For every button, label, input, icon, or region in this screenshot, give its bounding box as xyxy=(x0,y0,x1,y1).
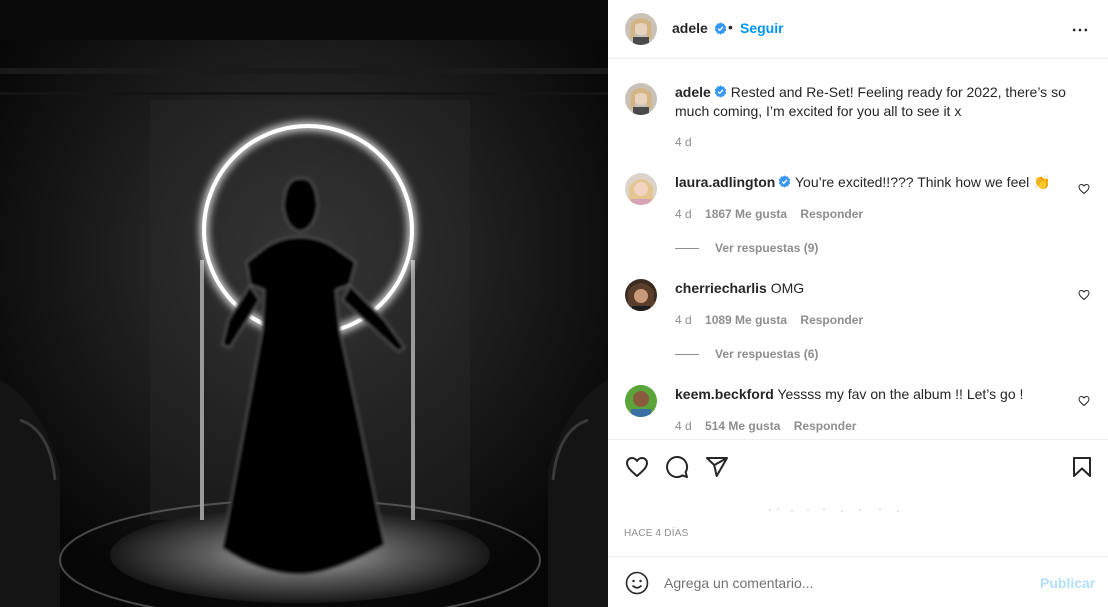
verified-badge-icon xyxy=(779,175,791,188)
comment-meta: 4 d 514 Me gusta Responder xyxy=(675,419,866,433)
comment-username[interactable]: cherriecharlis xyxy=(675,280,767,296)
reply-button[interactable]: Responder xyxy=(794,419,857,433)
like-comment-heart-icon[interactable] xyxy=(1078,289,1090,301)
caption-text: Rested and Re-Set! Feeling ready for 202… xyxy=(675,84,1066,119)
comment-username[interactable]: laura.adlington xyxy=(675,174,775,190)
likes-summary-faint xyxy=(769,508,899,512)
add-comment-bar: Publicar xyxy=(608,556,1108,607)
comment-time: 4 d xyxy=(675,313,692,327)
comment-text: OMG xyxy=(770,280,805,296)
like-comment-heart-icon[interactable] xyxy=(1078,395,1090,407)
stage-photo xyxy=(0,0,608,607)
verified-badge-icon xyxy=(714,22,727,35)
comments-section[interactable]: adele Rested and Re-Set! Feeling ready f… xyxy=(608,60,1108,439)
username-link[interactable]: adele xyxy=(672,20,708,36)
share-icon[interactable] xyxy=(705,455,729,479)
comment-likes[interactable]: 514 Me gusta xyxy=(705,419,780,433)
view-replies-label: Ver respuestas (6) xyxy=(715,347,819,361)
replies-line xyxy=(675,248,699,250)
avatar[interactable] xyxy=(625,173,657,205)
like-comment-heart-icon[interactable] xyxy=(1078,183,1090,195)
comment-item: laura.adlington You’re excited!!??? Thin… xyxy=(625,173,1095,263)
caption-username[interactable]: adele xyxy=(675,84,711,100)
avatar[interactable] xyxy=(625,385,657,417)
comment-text: Yessss my fav on the album !! Let’s go ! xyxy=(777,386,1024,402)
more-horizontal-icon[interactable] xyxy=(1070,20,1090,40)
post-comment-button[interactable]: Publicar xyxy=(1040,575,1095,591)
separator-dot: • xyxy=(728,19,733,35)
replies-line xyxy=(675,354,699,356)
view-replies-label: Ver respuestas (9) xyxy=(715,241,819,255)
avatar[interactable] xyxy=(625,13,657,45)
heart-icon[interactable] xyxy=(625,455,649,479)
caption-time: 4 d xyxy=(675,135,692,149)
verified-badge-icon xyxy=(714,85,726,98)
comment-likes[interactable]: 1867 Me gusta xyxy=(705,207,787,221)
comment-time: 4 d xyxy=(675,207,692,221)
reply-button[interactable]: Responder xyxy=(800,313,863,327)
caption-meta: 4 d xyxy=(675,135,702,149)
comment-input[interactable] xyxy=(664,571,1024,595)
comment-body: laura.adlington You’re excited!!??? Thin… xyxy=(675,173,1095,192)
comment-item: cherriecharlis OMG 4 d 1089 Me gusta Res… xyxy=(625,279,1095,369)
bookmark-icon[interactable] xyxy=(1070,455,1094,479)
avatar[interactable] xyxy=(625,279,657,311)
comment-text: You’re excited!!??? Think how we feel 👏 xyxy=(794,174,1051,190)
follow-button[interactable]: Seguir xyxy=(740,20,784,36)
comment-time: 4 d xyxy=(675,419,692,433)
comment-body: cherriecharlis OMG xyxy=(675,279,1095,298)
comment-icon[interactable] xyxy=(665,455,689,479)
post-caption: adele Rested and Re-Set! Feeling ready f… xyxy=(625,83,1095,153)
comment-meta: 4 d 1089 Me gusta Responder xyxy=(675,313,873,327)
post-date[interactable]: HACE 4 DÍAS xyxy=(624,528,688,539)
comment-likes[interactable]: 1089 Me gusta xyxy=(705,313,787,327)
view-replies-button[interactable]: Ver respuestas (9) xyxy=(675,241,818,255)
comment-username[interactable]: keem.beckford xyxy=(675,386,774,402)
post-actions: HACE 4 DÍAS xyxy=(608,439,1108,556)
reply-button[interactable]: Responder xyxy=(800,207,863,221)
emoji-icon[interactable] xyxy=(625,571,649,595)
comment-body: keem.beckford Yessss my fav on the album… xyxy=(675,385,1095,404)
post-panel: adele • Seguir adele Rested and Re-Set! … xyxy=(608,0,1108,607)
avatar[interactable] xyxy=(625,83,657,115)
comment-meta: 4 d 1867 Me gusta Responder xyxy=(675,207,873,221)
view-replies-button[interactable]: Ver respuestas (6) xyxy=(675,347,818,361)
caption-body: adele Rested and Re-Set! Feeling ready f… xyxy=(675,83,1095,121)
post-image[interactable] xyxy=(0,0,608,607)
comment-item: keem.beckford Yessss my fav on the album… xyxy=(625,385,1095,439)
post-header: adele • Seguir xyxy=(608,0,1108,59)
